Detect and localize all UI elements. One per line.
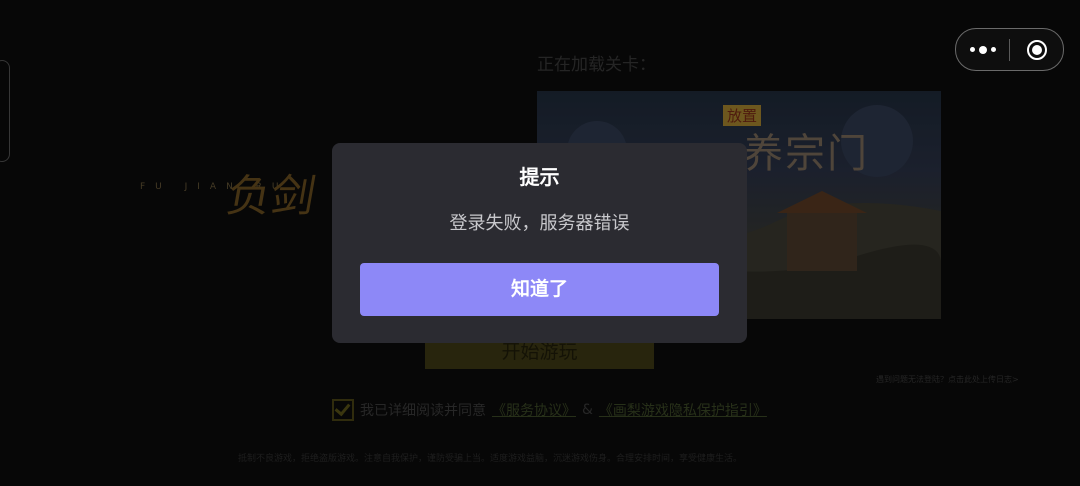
mini-program-capsule [955, 28, 1064, 71]
target-close-icon [1026, 39, 1047, 60]
more-button[interactable] [956, 29, 1009, 70]
confirm-button[interactable]: 知道了 [360, 263, 719, 316]
close-button[interactable] [1010, 29, 1063, 70]
dialog-message: 登录失败，服务器错误 [449, 213, 630, 234]
dialog-title: 提示 [519, 165, 560, 189]
more-dots-icon [969, 45, 996, 54]
error-dialog: 提示 登录失败，服务器错误 知道了 [332, 143, 747, 343]
